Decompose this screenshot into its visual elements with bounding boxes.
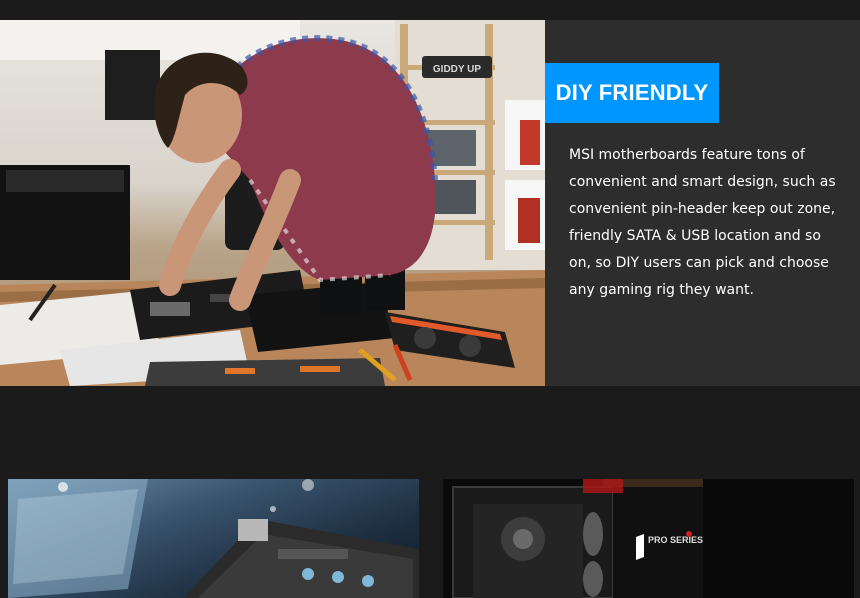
- pro-series-promo-image[interactable]: PRO SERIES: [443, 479, 854, 598]
- diy-friendly-panel: DIY FRIENDLY MSI motherboards feature to…: [545, 20, 860, 386]
- feature-description: MSI motherboards feature tons of conveni…: [569, 147, 836, 298]
- arctic-motherboard-illustration: [8, 479, 419, 598]
- case-logo-text: PRO SERIES: [648, 535, 703, 545]
- badge-label: DIY FRIENDLY: [555, 80, 709, 105]
- top-bar: [0, 0, 860, 20]
- pro-series-logo-icon: [636, 534, 644, 560]
- diy-friendly-badge: DIY FRIENDLY: [545, 63, 719, 123]
- motherboard-promo-image[interactable]: [8, 479, 419, 598]
- builder-scene-illustration: GIDDY UP: [0, 20, 545, 386]
- shelf-sign-text: GIDDY UP: [433, 64, 481, 75]
- hero-photo: GIDDY UP: [0, 20, 545, 386]
- pc-case-illustration: PRO SERIES: [452, 479, 703, 598]
- diy-friendly-section: GIDDY UP DIY FRIENDLY MSI motherboards f…: [0, 20, 860, 386]
